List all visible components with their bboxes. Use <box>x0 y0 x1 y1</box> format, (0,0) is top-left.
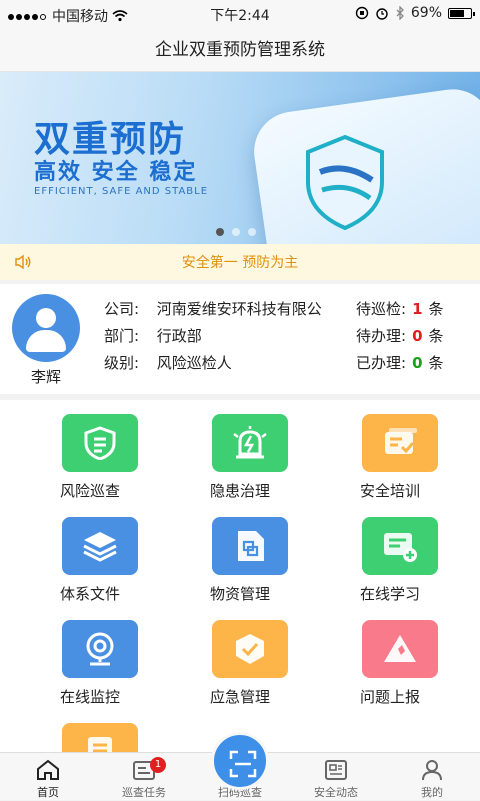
carousel-dot[interactable] <box>216 228 224 236</box>
task-count: 0 <box>412 327 423 345</box>
task-unit: 条 <box>428 300 444 318</box>
menu-label: 在线监控 <box>59 688 120 706</box>
status-bar: 中国移动 下午2:44 69% <box>0 0 480 28</box>
company-label: 公司: <box>104 300 140 318</box>
shield-icon <box>306 134 384 231</box>
carousel-indicator[interactable] <box>216 228 256 236</box>
level-label: 级别: <box>104 354 140 372</box>
dept-label: 部门: <box>104 327 140 345</box>
level-value: 风险巡检人 <box>156 354 232 372</box>
task-unit: 条 <box>428 327 444 345</box>
battery-percent: 69% <box>410 5 442 21</box>
menu-label: 应急管理 <box>209 688 270 706</box>
tab-label: 巡查任务 <box>122 786 166 799</box>
status-right: 69% <box>355 5 475 21</box>
lock-rotation-icon <box>355 6 369 20</box>
banner-english: EFFICIENT, SAFE AND STABLE <box>34 186 209 197</box>
menu-material-management[interactable]: 物资管理 <box>165 503 315 603</box>
scan-button[interactable] <box>211 732 269 790</box>
menu-label: 体系文件 <box>59 585 120 603</box>
menu-online-monitor[interactable]: 在线监控 <box>15 606 165 706</box>
check-badge-icon <box>212 620 288 678</box>
menu-hazard-control[interactable]: 隐患治理 <box>165 400 315 500</box>
banner-carousel[interactable]: 双重预防 高效 安全 稳定 EFFICIENT, SAFE AND STABLE <box>0 72 480 244</box>
menu-emergency-management[interactable]: 应急管理 <box>165 606 315 706</box>
warning-triangle-icon <box>362 620 438 678</box>
menu-safety-training[interactable]: 安全培训 <box>315 400 465 500</box>
task-pending-handle[interactable]: 待办理: 0 条 <box>356 325 444 346</box>
alarm-icon <box>376 8 388 20</box>
task-count: 0 <box>412 354 423 372</box>
tab-home[interactable]: 首页 <box>0 753 96 801</box>
user-name: 李辉 <box>30 368 61 386</box>
bluetooth-icon <box>396 6 404 20</box>
tab-label: 首页 <box>37 786 59 799</box>
tab-inspection-tasks[interactable]: 1 巡查任务 <box>96 753 192 801</box>
notice-text: 安全第一 预防为主 <box>181 255 299 271</box>
battery-icon <box>448 7 475 19</box>
tab-mine[interactable]: 我的 <box>384 753 480 801</box>
task-label: 待巡检: <box>356 300 407 318</box>
menu-label: 在线学习 <box>359 585 420 603</box>
dept-row: 部门: 行政部 <box>104 325 202 346</box>
tab-label: 安全动态 <box>314 786 358 799</box>
avatar-head <box>36 308 56 328</box>
task-badge: 1 <box>150 757 166 773</box>
task-unit: 条 <box>428 354 444 372</box>
layers-icon <box>62 517 138 575</box>
profile-card: 李辉 公司: 河南爱维安环科技有限公 部门: 行政部 级别: 风险巡检人 待巡检… <box>0 284 480 394</box>
dept-value: 行政部 <box>156 327 202 345</box>
carousel-dot[interactable] <box>232 228 240 236</box>
alarm-light-icon <box>212 414 288 472</box>
menu-label: 安全培训 <box>359 482 420 500</box>
page-title: 企业双重预防管理系统 <box>0 28 480 72</box>
avatar[interactable] <box>12 294 80 362</box>
menu-label: 风险巡查 <box>59 482 120 500</box>
company-value: 河南爱维安环科技有限公 <box>156 300 322 318</box>
speaker-icon <box>15 254 31 270</box>
tab-safety-news[interactable]: 安全动态 <box>288 753 384 801</box>
document-box-icon <box>212 517 288 575</box>
camera-icon <box>62 620 138 678</box>
menu-label: 隐患治理 <box>209 482 270 500</box>
home-icon <box>37 759 59 780</box>
tab-label: 我的 <box>421 786 443 799</box>
company-row: 公司: 河南爱维安环科技有限公 <box>104 298 322 319</box>
user-icon <box>422 760 442 781</box>
menu-label: 问题上报 <box>359 688 420 706</box>
shield-list-icon <box>62 414 138 472</box>
level-row: 级别: 风险巡检人 <box>104 352 232 373</box>
carousel-dot[interactable] <box>248 228 256 236</box>
menu-online-learning[interactable]: 在线学习 <box>315 503 465 603</box>
task-count: 1 <box>412 300 423 318</box>
task-pending-inspection[interactable]: 待巡检: 1 条 <box>356 298 444 319</box>
banner-subtitle: 高效 安全 稳定 <box>34 160 198 185</box>
function-grid: 风险巡查 隐患治理 安全培训 体系文件 物资管理 在线学习 在线监控 应急管理 … <box>0 400 480 760</box>
news-icon <box>325 760 347 780</box>
task-label: 已办理: <box>356 354 407 372</box>
add-card-icon <box>362 517 438 575</box>
menu-issue-report[interactable]: 问题上报 <box>315 606 465 706</box>
avatar-body <box>26 330 66 352</box>
notice-bar: 安全第一 预防为主 <box>0 244 480 280</box>
training-card-icon <box>362 414 438 472</box>
menu-label: 物资管理 <box>209 585 270 603</box>
menu-risk-inspection[interactable]: 风险巡查 <box>15 400 165 500</box>
menu-system-docs[interactable]: 体系文件 <box>15 503 165 603</box>
scan-icon <box>229 750 257 778</box>
task-handled[interactable]: 已办理: 0 条 <box>356 352 444 373</box>
task-label: 待办理: <box>356 327 407 345</box>
